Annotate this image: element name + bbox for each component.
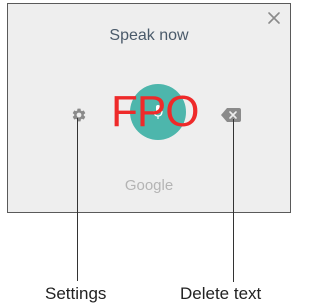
- voice-input-panel: Speak now FPO Google: [7, 3, 291, 213]
- settings-callout-line: [77, 118, 78, 281]
- settings-callout-label: Settings: [45, 284, 107, 303]
- screenshot-stage: Speak now FPO Google Settings Delete tex…: [0, 0, 299, 307]
- microphone-button[interactable]: [130, 84, 186, 140]
- microphone-icon: [153, 105, 163, 119]
- delete-callout-label: Delete text: [180, 284, 262, 303]
- backspace-icon[interactable]: [221, 108, 241, 122]
- speak-now-title: Speak now: [109, 27, 189, 44]
- gear-icon[interactable]: [71, 107, 87, 123]
- close-icon[interactable]: [266, 10, 282, 26]
- google-brand-label: Google: [124, 177, 174, 194]
- delete-callout-line: [233, 119, 234, 282]
